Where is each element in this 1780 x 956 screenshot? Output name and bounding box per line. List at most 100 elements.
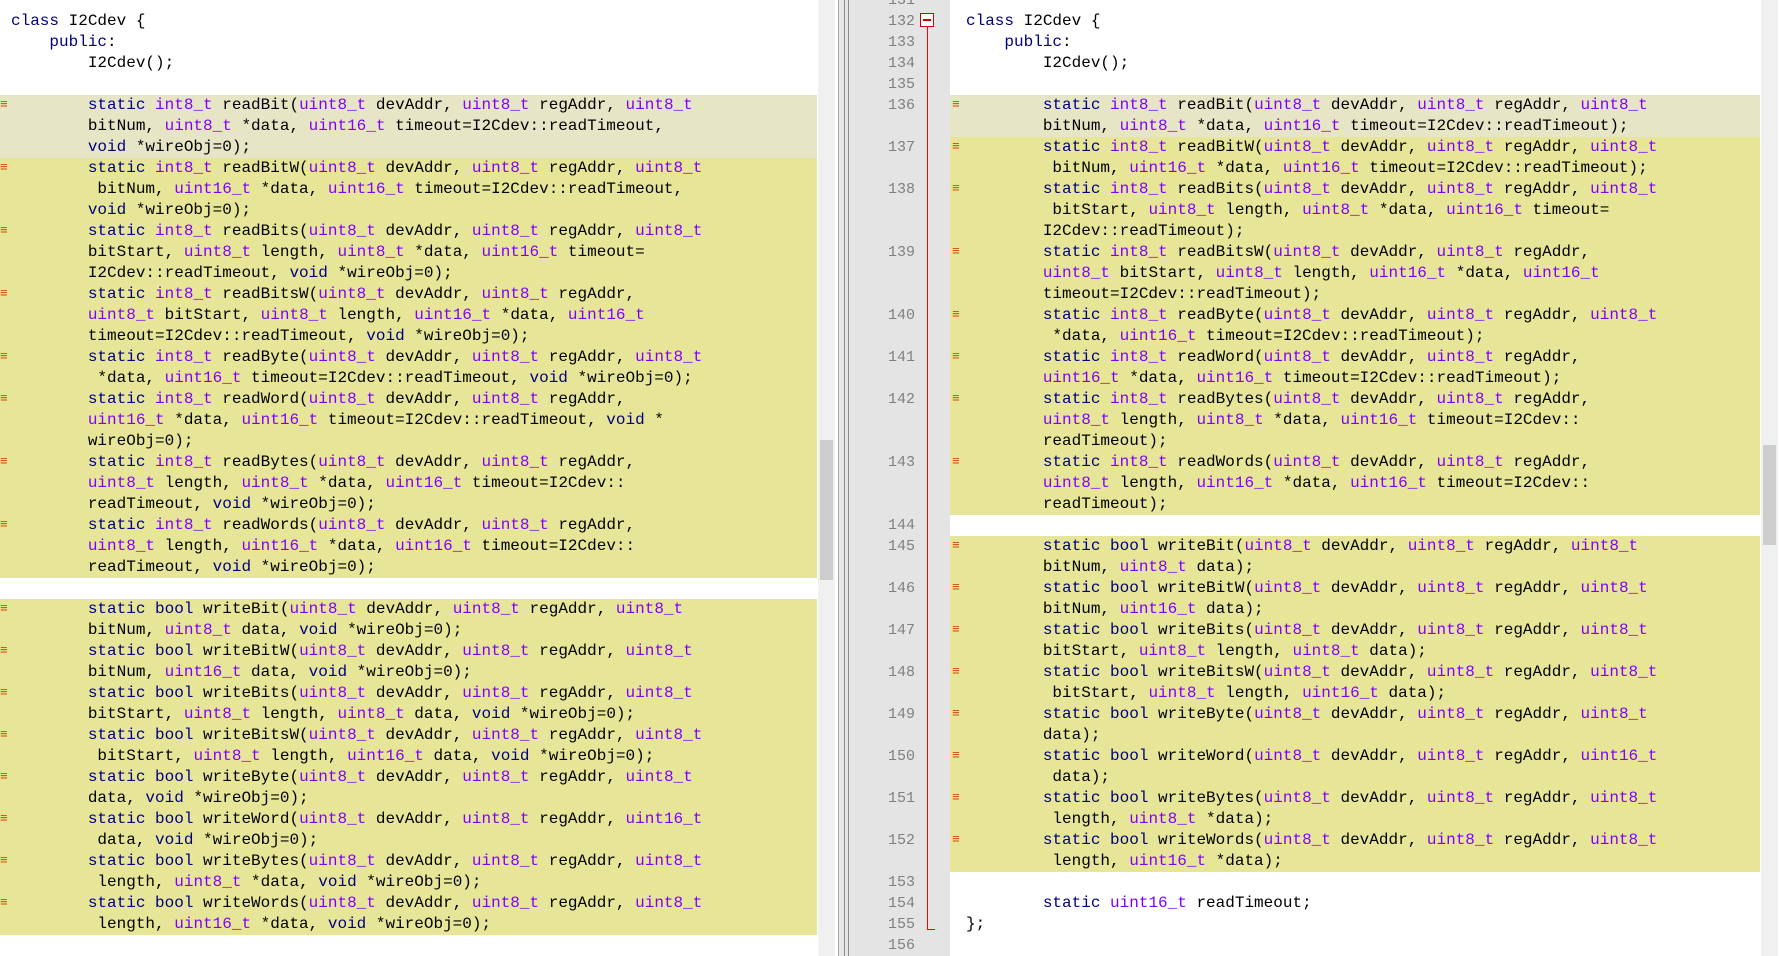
code-line: bitNum, uint16_t *data, uint16_t timeout… xyxy=(0,179,817,200)
code-line-text: class I2Cdev { xyxy=(966,12,1101,30)
code-line: bitStart, uint8_t length, uint16_t data)… xyxy=(950,683,1760,704)
code-line-text: static bool writeByte(uint8_t devAddr, u… xyxy=(87,768,693,786)
code-line-text: static bool writeBits(uint8_t devAddr, u… xyxy=(87,684,693,702)
code-line-text: bitNum, uint8_t *data, uint16_t timeout=… xyxy=(966,117,1629,135)
code-line: readTimeout); xyxy=(950,494,1760,515)
code-line-text: bitNum, uint16_t data, void *wireObj=0); xyxy=(11,663,472,681)
code-line-text: public: xyxy=(1004,33,1072,51)
code-line: static bool writeWords(uint8_t devAddr, … xyxy=(950,830,1760,851)
line-number: 141 xyxy=(887,349,915,366)
code-line: bitNum, uint8_t data, void *wireObj=0); xyxy=(0,620,817,641)
code-line: static int8_t readBitsW(uint8_t devAddr,… xyxy=(950,242,1760,263)
code-line-text: I2Cdev(); xyxy=(11,54,175,72)
code-line: static bool writeByte(uint8_t devAddr, u… xyxy=(0,767,817,788)
code-line: bitNum, uint8_t *data, uint16_t timeout=… xyxy=(950,116,1760,137)
code-line-text: static int8_t readByte(uint8_t devAddr, … xyxy=(87,348,703,366)
code-line: data); xyxy=(950,725,1760,746)
diff-change-marker-icon: ≡ xyxy=(952,391,960,406)
diff-change-marker-icon: ≡ xyxy=(952,790,960,805)
line-number: 146 xyxy=(887,580,915,597)
diff-change-marker-icon: ≡ xyxy=(0,391,8,406)
code-line-text: public: xyxy=(49,33,117,51)
diff-change-marker-icon: ≡ xyxy=(952,349,960,364)
line-number: 143 xyxy=(887,454,915,471)
code-line: *data, uint16_t timeout=I2Cdev::readTime… xyxy=(950,326,1760,347)
code-line-text: static bool writeBitW(uint8_t devAddr, u… xyxy=(87,642,693,660)
code-line-text: bitStart, uint8_t length, uint8_t *data,… xyxy=(966,201,1610,219)
code-line-text: uint8_t bitStart, uint8_t length, uint16… xyxy=(1042,264,1600,282)
line-number: 135 xyxy=(887,76,915,93)
code-line: static int8_t readBitW(uint8_t devAddr, … xyxy=(950,137,1760,158)
line-number: 132 xyxy=(887,13,915,30)
diff-change-marker-icon: ≡ xyxy=(0,160,8,175)
code-line: static bool writeBitsW(uint8_t devAddr, … xyxy=(0,725,817,746)
code-line: static bool writeBitW(uint8_t devAddr, u… xyxy=(0,641,817,662)
fold-collapse-icon[interactable] xyxy=(920,13,934,27)
line-number: 147 xyxy=(887,622,915,639)
code-line: data); xyxy=(950,767,1760,788)
code-line-text: readTimeout); xyxy=(966,432,1168,450)
code-line-text: uint8_t bitStart, uint8_t length, uint16… xyxy=(87,306,645,324)
pane-splitter[interactable] xyxy=(838,0,856,956)
code-line-text: }; xyxy=(966,915,986,933)
code-line-text: length, uint8_t *data, void *wireObj=0); xyxy=(11,873,482,891)
code-line-text: static int8_t readBitsW(uint8_t devAddr,… xyxy=(1042,243,1591,261)
code-line: static bool writeBytes(uint8_t devAddr, … xyxy=(0,851,817,872)
diff-change-marker-icon: ≡ xyxy=(952,139,960,154)
code-line: *data, uint16_t timeout=I2Cdev::readTime… xyxy=(0,368,817,389)
diff-change-marker-icon: ≡ xyxy=(0,769,8,784)
line-number: 137 xyxy=(887,139,915,156)
line-number: 144 xyxy=(887,517,915,534)
code-line-text: readTimeout, void *wireObj=0); xyxy=(11,558,376,576)
code-line-text: static int8_t readWords(uint8_t devAddr,… xyxy=(87,516,636,534)
fold-range-line xyxy=(927,26,928,930)
code-line-text: bitNum, uint8_t data, void *wireObj=0); xyxy=(11,621,463,639)
line-number: 131 xyxy=(887,0,915,9)
code-line-text: timeout=I2Cdev::readTimeout, void *wireO… xyxy=(11,327,530,345)
diff-change-marker-icon: ≡ xyxy=(0,517,8,532)
diff-change-marker-icon: ≡ xyxy=(0,286,8,301)
code-line: static bool writeWord(uint8_t devAddr, u… xyxy=(0,809,817,830)
code-line: static int8_t readBits(uint8_t devAddr, … xyxy=(0,221,817,242)
code-line: length, uint16_t *data); xyxy=(950,851,1760,872)
code-line-text: bitNum, uint8_t *data, uint16_t timeout=… xyxy=(11,117,664,135)
code-line: static bool writeBits(uint8_t devAddr, u… xyxy=(0,683,817,704)
diff-change-marker-icon: ≡ xyxy=(952,832,960,847)
code-line-text: length, uint16_t *data, void *wireObj=0)… xyxy=(11,915,492,933)
left-editor-pane[interactable]: class I2Cdev { public: I2Cdev(); static … xyxy=(0,0,817,956)
code-line: static bool writeBitsW(uint8_t devAddr, … xyxy=(950,662,1760,683)
diff-change-marker-icon: ≡ xyxy=(0,223,8,238)
code-line: bitStart, uint8_t length, uint8_t data); xyxy=(950,641,1760,662)
code-line: static int8_t readWord(uint8_t devAddr, … xyxy=(0,389,817,410)
code-line: static bool writeBytes(uint8_t devAddr, … xyxy=(950,788,1760,809)
code-line: length, uint8_t *data); xyxy=(950,809,1760,830)
code-line-text: static int8_t readBytes(uint8_t devAddr,… xyxy=(87,453,636,471)
right-vertical-scrollbar[interactable] xyxy=(1761,0,1778,956)
diff-change-marker-icon: ≡ xyxy=(952,181,960,196)
diff-change-marker-icon: ≡ xyxy=(0,895,8,910)
left-vertical-scrollbar[interactable] xyxy=(818,0,835,956)
code-line: static int8_t readBytes(uint8_t devAddr,… xyxy=(950,389,1760,410)
code-line-text: readTimeout); xyxy=(966,495,1168,513)
code-line-text: static bool writeBytes(uint8_t devAddr, … xyxy=(1042,789,1658,807)
right-scroll-thumb[interactable] xyxy=(1763,445,1776,545)
code-line-text: static int8_t readBit(uint8_t devAddr, u… xyxy=(1042,96,1648,114)
diff-change-marker-icon: ≡ xyxy=(952,538,960,553)
left-scroll-thumb[interactable] xyxy=(820,440,833,580)
code-line: static int8_t readWord(uint8_t devAddr, … xyxy=(950,347,1760,368)
code-line-text: void *wireObj=0); xyxy=(87,201,252,219)
right-editor-pane[interactable]: class I2Cdev { public: I2Cdev(); static … xyxy=(950,0,1760,956)
code-line: data, void *wireObj=0); xyxy=(0,830,817,851)
code-line-text: static bool writeByte(uint8_t devAddr, u… xyxy=(1042,705,1648,723)
code-line-text: I2Cdev(); xyxy=(966,54,1130,72)
diff-change-marker-icon: ≡ xyxy=(952,454,960,469)
code-line-text: bitStart, uint8_t length, uint16_t data,… xyxy=(11,747,655,765)
code-line: wireObj=0); xyxy=(0,431,817,452)
line-number: 136 xyxy=(887,97,915,114)
code-line-text: static bool writeWord(uint8_t devAddr, u… xyxy=(87,810,703,828)
code-line: bitStart, uint8_t length, uint8_t data, … xyxy=(0,704,817,725)
line-number: 155 xyxy=(887,916,915,933)
